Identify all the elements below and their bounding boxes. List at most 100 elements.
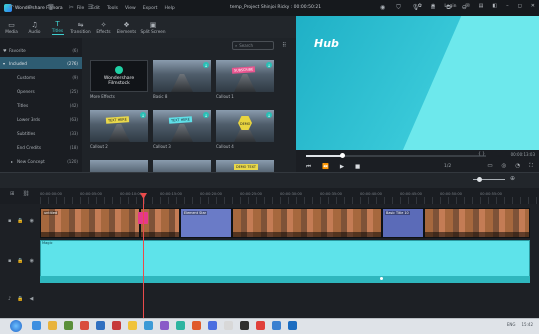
link-icon[interactable]: ⛓ bbox=[23, 191, 30, 197]
title-thumbnail[interactable]: DEMO ↓ Callout 4 bbox=[216, 110, 274, 152]
download-icon[interactable]: ↓ bbox=[140, 112, 146, 118]
download-icon[interactable]: ↓ bbox=[203, 112, 209, 118]
taskbar-app-icon[interactable] bbox=[224, 321, 233, 330]
title-thumbnail[interactable]: SUBSCRIBE ↓ Callout 1 bbox=[216, 60, 274, 102]
title-thumbnail[interactable]: DEMO TEXT bbox=[216, 160, 274, 172]
taskbar-app-icon[interactable] bbox=[80, 321, 89, 330]
sidebar-item-end-credits[interactable]: End Credits (18) bbox=[0, 141, 82, 153]
lock-icon[interactable]: 🔒 bbox=[17, 296, 23, 302]
mic-icon[interactable]: 🎙 bbox=[412, 4, 420, 12]
taskbar-app-icon[interactable] bbox=[192, 321, 201, 330]
keyframe-dot[interactable] bbox=[380, 277, 383, 280]
volume-icon[interactable]: ◀ bbox=[29, 296, 33, 302]
eye-icon[interactable]: ◉ bbox=[30, 258, 34, 264]
tab-audio[interactable]: ♫ Audio bbox=[23, 16, 46, 38]
redo-icon[interactable]: ↷ bbox=[28, 4, 33, 11]
taskbar-app-icon[interactable] bbox=[176, 321, 185, 330]
title-thumbnail[interactable]: Wondershare Filmstock More Effects bbox=[90, 60, 148, 102]
sidebar-item-titles[interactable]: Titles (42) bbox=[0, 99, 82, 111]
notification-icon[interactable]: ◧ bbox=[492, 3, 497, 9]
snapshot-icon[interactable]: ◎ bbox=[502, 163, 507, 170]
menu-export[interactable]: Export bbox=[143, 6, 158, 11]
search-input[interactable]: ⌕ Search bbox=[232, 41, 274, 50]
menu-view[interactable]: View bbox=[125, 6, 136, 11]
taskbar-app-icon[interactable] bbox=[112, 321, 121, 330]
zoom-in-icon[interactable]: ⊕ bbox=[510, 175, 515, 182]
tab-transition[interactable]: ⇋ Transition bbox=[69, 16, 92, 38]
mark-in-out[interactable]: { } bbox=[478, 152, 485, 157]
add-track-icon[interactable]: ⊞ bbox=[10, 191, 15, 197]
lock-icon[interactable]: 🔒 bbox=[17, 258, 23, 264]
taskbar-app-icon[interactable] bbox=[96, 321, 105, 330]
monitor-icon[interactable]: ▭ bbox=[487, 163, 492, 170]
sidebar-item-lower-3rds[interactable]: Lower 3rds (63) bbox=[0, 113, 82, 125]
fullscreen-icon[interactable]: ⛶ bbox=[529, 163, 533, 170]
shield-icon[interactable]: ⛉ bbox=[396, 4, 401, 12]
playhead[interactable] bbox=[143, 194, 144, 318]
taskbar-app-icon[interactable] bbox=[48, 321, 57, 330]
timeline-clip[interactable]: Basic Title 10 bbox=[382, 208, 424, 238]
title-thumbnail[interactable]: TEXT HERE ↓ Callout 2 bbox=[90, 110, 148, 152]
save-icon[interactable]: ▤ bbox=[479, 3, 484, 9]
download-icon[interactable]: ↓ bbox=[203, 62, 209, 68]
sidebar-item-subtitles[interactable]: Subtitles (33) bbox=[0, 127, 82, 139]
minimize-icon[interactable]: – bbox=[506, 3, 509, 9]
title-thumbnail[interactable] bbox=[90, 160, 148, 172]
taskbar-app-icon[interactable] bbox=[128, 321, 137, 330]
render-icon[interactable]: ◉ bbox=[380, 4, 385, 12]
taskbar-app-icon[interactable] bbox=[32, 321, 41, 330]
tab-effects[interactable]: ✧ Effects bbox=[92, 16, 115, 38]
tray-clock[interactable]: 15:42 bbox=[521, 322, 533, 327]
taskbar-app-icon[interactable] bbox=[144, 321, 153, 330]
list-icon[interactable]: ≡ bbox=[430, 4, 435, 12]
lock-icon[interactable]: 🔒 bbox=[17, 218, 23, 224]
preview-scrubber[interactable] bbox=[306, 155, 486, 157]
cut-icon[interactable]: ✂ bbox=[69, 4, 74, 11]
play-icon[interactable]: ▶ bbox=[340, 164, 344, 171]
tab-media[interactable]: ▭ Media bbox=[0, 16, 23, 38]
tray-language[interactable]: ENG bbox=[507, 322, 516, 327]
menu-help[interactable]: Help bbox=[164, 6, 174, 11]
snap-icon[interactable]: ⧉ bbox=[446, 4, 450, 12]
timeline-clip[interactable] bbox=[232, 208, 382, 238]
title-thumbnail[interactable]: ↓ Basic 8 bbox=[153, 60, 211, 102]
download-icon[interactable]: ↓ bbox=[266, 112, 272, 118]
tab-titles[interactable]: T Titles bbox=[46, 16, 69, 38]
taskbar-app-icon[interactable] bbox=[256, 321, 265, 330]
zoom-handle[interactable] bbox=[477, 177, 482, 182]
maximize-icon[interactable]: ◻ bbox=[518, 3, 522, 9]
taskbar-app-icon[interactable] bbox=[64, 321, 73, 330]
step-frame-icon[interactable]: ⏪ bbox=[322, 164, 329, 171]
undo-icon[interactable]: ↶ bbox=[9, 4, 14, 11]
tab-split-screen[interactable]: ▣ Split Screen bbox=[138, 16, 168, 38]
timeline-clip[interactable]: untitled bbox=[40, 208, 140, 238]
start-button-icon[interactable] bbox=[10, 320, 22, 332]
taskbar-app-icon[interactable] bbox=[208, 321, 217, 330]
sidebar-item-included[interactable]: ▾ Included (276) bbox=[0, 57, 82, 69]
download-icon[interactable]: ↓ bbox=[266, 62, 272, 68]
sidebar-item-customs[interactable]: Customs (9) bbox=[0, 71, 82, 83]
close-icon[interactable]: ✕ bbox=[531, 3, 535, 9]
tab-elements[interactable]: ❖ Elements bbox=[115, 16, 138, 38]
taskbar-app-icon[interactable] bbox=[272, 321, 281, 330]
taskbar-app-icon[interactable] bbox=[160, 321, 169, 330]
volume-icon[interactable]: ◔ bbox=[515, 163, 520, 170]
title-thumbnail[interactable] bbox=[153, 160, 211, 172]
sidebar-item-new-concept[interactable]: ▸ New Concept (120) bbox=[0, 155, 82, 167]
taskbar-app-icon[interactable] bbox=[240, 321, 249, 330]
grid-view-icon[interactable]: ⠿ bbox=[282, 42, 286, 49]
zoom-out-icon[interactable]: ⊖ bbox=[462, 4, 467, 12]
scrubber-handle[interactable] bbox=[339, 153, 345, 158]
adjust-icon[interactable]: ☰ bbox=[88, 4, 93, 11]
delete-icon[interactable]: 🗑 bbox=[47, 4, 55, 11]
sidebar-item-openers[interactable]: Openers (25) bbox=[0, 85, 82, 97]
menu-tools[interactable]: Tools bbox=[107, 6, 118, 11]
timeline-clip[interactable] bbox=[424, 208, 530, 238]
taskbar-app-icon[interactable] bbox=[288, 321, 297, 330]
eye-icon[interactable]: ◉ bbox=[30, 218, 34, 224]
title-thumbnail[interactable]: TEXT HERE ↓ Callout 3 bbox=[153, 110, 211, 152]
timeline-clip[interactable]: Element Star bbox=[180, 208, 232, 238]
stop-icon[interactable]: ■ bbox=[355, 164, 360, 171]
sidebar-item-favorite[interactable]: ♥ Favorite (6) bbox=[0, 44, 82, 56]
step-back-icon[interactable]: ⏮ bbox=[306, 164, 311, 171]
